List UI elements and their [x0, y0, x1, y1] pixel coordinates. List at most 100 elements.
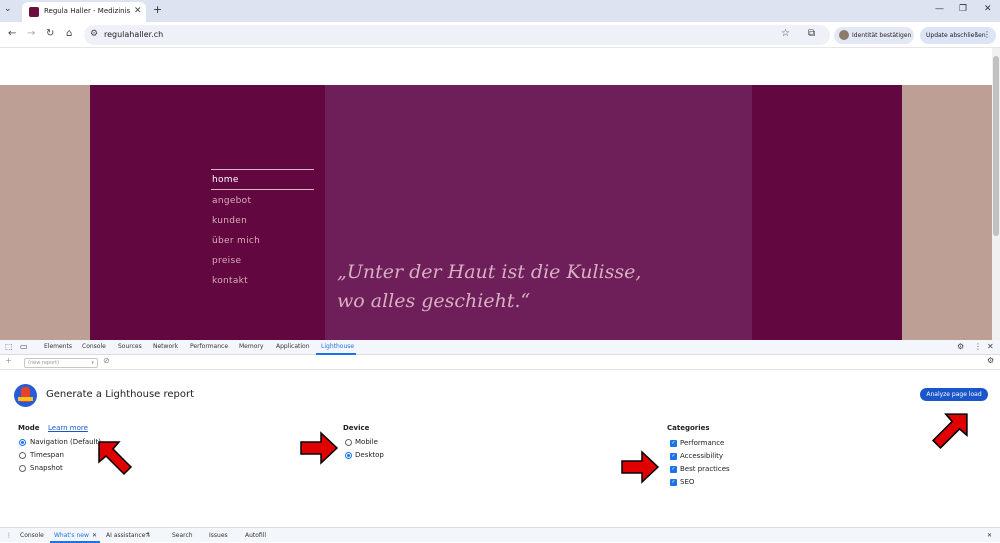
category-option[interactable]: Accessibility — [680, 452, 723, 460]
annotation-arrow-icon — [98, 441, 133, 476]
analyze-page-load-button[interactable]: Analyze page load — [920, 388, 988, 401]
url-text[interactable]: regulahaller.ch — [104, 30, 163, 39]
checkbox-seo[interactable]: ✓ — [670, 479, 677, 486]
drawer-tab-issues[interactable]: Issues — [209, 532, 228, 539]
panel-title: Generate a Lighthouse report — [46, 389, 195, 400]
tab-list-icon[interactable]: ⌄ — [4, 4, 12, 14]
annotation-arrow-icon — [931, 413, 968, 450]
extensions-icon[interactable]: ⧉ — [808, 28, 815, 39]
mode-option[interactable]: Timespan — [30, 451, 64, 459]
kebab-icon[interactable]: ⋮ — [983, 30, 991, 39]
nav-home[interactable]: home — [212, 175, 239, 185]
back-icon[interactable]: ← — [8, 28, 16, 39]
nav-kunden[interactable]: kunden — [212, 216, 247, 226]
close-icon[interactable]: ✕ — [987, 532, 992, 539]
radio-desktop[interactable] — [345, 452, 352, 459]
new-tab-button[interactable]: + — [153, 3, 162, 16]
avatar — [839, 30, 849, 40]
annotation-arrow-icon — [621, 450, 660, 484]
radio-snapshot[interactable] — [19, 465, 26, 472]
identity-label: Identität bestätigen — [852, 32, 912, 39]
scrollbar-thumb[interactable] — [993, 56, 999, 236]
tab-elements[interactable]: Elements — [44, 343, 72, 350]
mode-option[interactable]: Navigation (Default) — [30, 438, 101, 446]
categories-label: Categories — [667, 424, 710, 432]
update-button[interactable]: Update abschließen ⋮ — [920, 27, 996, 44]
nav-divider — [211, 169, 314, 170]
tab-lighthouse[interactable]: Lighthouse — [321, 343, 354, 350]
tab-performance[interactable]: Performance — [190, 343, 228, 350]
clear-icon[interactable]: ⊘ — [103, 356, 110, 365]
home-icon[interactable]: ⌂ — [66, 28, 72, 39]
device-label: Device — [343, 424, 370, 432]
device-option[interactable]: Mobile — [355, 438, 378, 446]
nav-preise[interactable]: preise — [212, 256, 241, 266]
drawer-tab-autofill[interactable]: Autofill — [245, 532, 266, 539]
radio-timespan[interactable] — [19, 452, 26, 459]
devtools-drawer: ⋮ Console What's new ✕ AI assistance ⚗ S… — [0, 527, 1000, 543]
browser-tab[interactable]: Regula Haller - Medizinische M ✕ — [22, 2, 146, 22]
lighthouse-toolbar: + (new report) ▾ ⊘ ⚙ — [0, 355, 1000, 370]
radio-navigation[interactable] — [19, 439, 26, 446]
close-icon[interactable]: ✕ — [987, 342, 994, 351]
update-label: Update abschließen — [926, 32, 986, 39]
report-select[interactable]: (new report) ▾ — [24, 358, 98, 368]
tab-title: Regula Haller - Medizinische M — [44, 7, 130, 15]
close-icon[interactable]: ✕ — [984, 4, 992, 14]
gear-icon[interactable]: ⚙ — [957, 342, 964, 351]
radio-mobile[interactable] — [345, 439, 352, 446]
add-icon[interactable]: + — [5, 356, 12, 365]
quote-line: „Unter der Haut ist die Kulisse, — [337, 261, 642, 283]
tab-network[interactable]: Network — [153, 343, 178, 350]
category-option[interactable]: Best practices — [680, 465, 730, 473]
inspect-icon[interactable]: ⬚ — [5, 342, 13, 351]
site-info-icon[interactable]: ⚙ — [90, 29, 98, 39]
address-bar[interactable]: ⚙ regulahaller.ch ☆ — [84, 25, 830, 45]
flask-icon: ⚗ — [145, 532, 151, 539]
reload-icon[interactable]: ↻ — [46, 28, 54, 39]
restore-icon[interactable]: ❐ — [959, 4, 967, 14]
quote-line: wo alles geschieht.“ — [337, 290, 531, 312]
checkbox-accessibility[interactable]: ✓ — [670, 453, 677, 460]
device-option[interactable]: Desktop — [355, 451, 384, 459]
mode-option[interactable]: Snapshot — [30, 464, 63, 472]
annotation-arrow-icon — [300, 431, 339, 465]
nav-angebot[interactable]: angebot — [212, 196, 251, 206]
identity-button[interactable]: Identität bestätigen — [834, 27, 914, 44]
checkbox-best-practices[interactable]: ✓ — [670, 466, 677, 473]
drawer-tab-close-icon[interactable]: ✕ — [92, 532, 97, 539]
learn-more-link[interactable]: Learn more — [48, 424, 88, 432]
drawer-tab-ai-assistance[interactable]: AI assistance — [106, 532, 145, 539]
page-scrollbar[interactable] — [992, 48, 1000, 340]
drawer-tab-console[interactable]: Console — [20, 532, 44, 539]
web-page: home angebot kunden über mich preise kon… — [0, 48, 992, 340]
devtools-tabbar: ⬚ ▭ Elements Console Sources Network Per… — [0, 340, 1000, 355]
tab-application[interactable]: Application — [276, 343, 310, 350]
nav-kontakt[interactable]: kontakt — [212, 276, 248, 286]
minimize-icon[interactable]: — — [935, 4, 944, 14]
tab-sources[interactable]: Sources — [118, 343, 142, 350]
nav-divider — [211, 189, 314, 190]
lighthouse-logo-icon — [14, 384, 37, 407]
category-option[interactable]: Performance — [680, 439, 724, 447]
browser-toolbar: ← → ↻ ⌂ ⚙ regulahaller.ch ☆ ⧉ Identität … — [0, 22, 1000, 48]
tab-console[interactable]: Console — [82, 343, 106, 350]
forward-icon[interactable]: → — [27, 28, 35, 39]
favicon-icon — [29, 7, 39, 17]
nav-ueber-mich[interactable]: über mich — [212, 236, 260, 246]
category-option[interactable]: SEO — [680, 478, 694, 486]
drawer-menu-icon[interactable]: ⋮ — [6, 532, 12, 539]
site-right-column — [752, 85, 902, 340]
checkbox-performance[interactable]: ✓ — [670, 440, 677, 447]
kebab-icon[interactable]: ⋮ — [974, 342, 982, 351]
gear-icon[interactable]: ⚙ — [987, 356, 994, 365]
chevron-down-icon: ▾ — [91, 360, 94, 366]
hero-quote: „Unter der Haut ist die Kulisse, wo alle… — [337, 258, 657, 316]
drawer-tab-search[interactable]: Search — [172, 532, 193, 539]
drawer-tab-whats-new[interactable]: What's new — [54, 532, 89, 539]
site-nav-column — [90, 85, 325, 340]
tab-memory[interactable]: Memory — [239, 343, 263, 350]
star-icon[interactable]: ☆ — [781, 28, 790, 39]
tab-close-icon[interactable]: ✕ — [134, 6, 142, 16]
device-toggle-icon[interactable]: ▭ — [20, 342, 28, 351]
